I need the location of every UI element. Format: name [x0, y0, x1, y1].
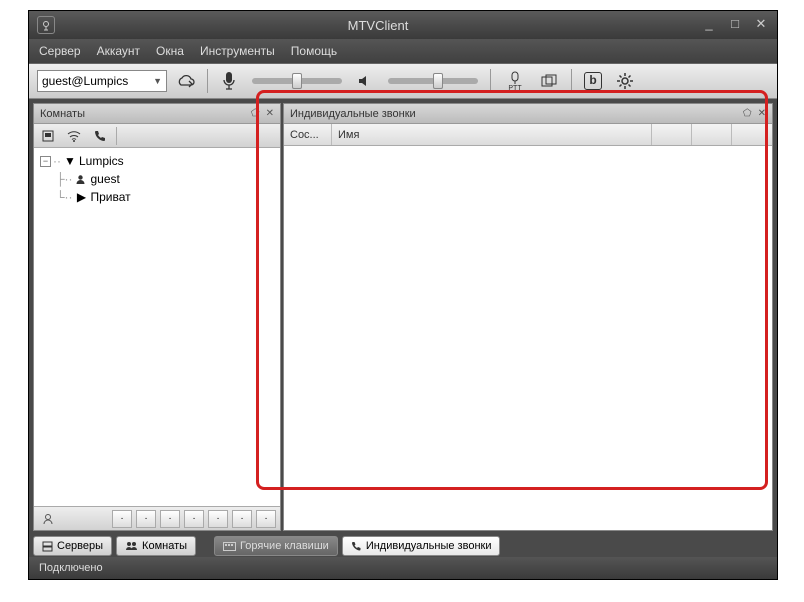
app-icon [37, 16, 55, 34]
tab-servers-label: Серверы [57, 540, 103, 552]
separator [490, 69, 491, 93]
toolbar: guest@Lumpics ▼ PTT b [29, 63, 777, 99]
tool-button-6[interactable]: · [232, 510, 252, 528]
close-button[interactable]: ✕ [753, 18, 769, 32]
tree-private-label: Приват [91, 190, 131, 204]
tab-hotkeys[interactable]: Горячие клавиши [214, 536, 338, 556]
separator [207, 69, 208, 93]
body: Комнаты ⬠ ✕ − ·· [29, 99, 777, 535]
chevron-down-icon: ▼ [153, 76, 162, 86]
volume-slider[interactable] [388, 78, 478, 84]
calls-panel: Индивидуальные звонки ⬠ ✕ Сос... Имя [283, 103, 773, 531]
pin-icon[interactable]: ⬠ [743, 108, 752, 119]
users-icon [125, 541, 138, 551]
tab-rooms[interactable]: Комнаты [116, 536, 196, 556]
windows-button[interactable] [537, 68, 563, 94]
mic-button[interactable] [216, 68, 242, 94]
app-window: MTVClient _ □ ✕ Сервер Аккаунт Окна Инст… [28, 10, 778, 580]
tool-button-7[interactable]: · [256, 510, 276, 528]
rooms-panel-title: Комнаты [40, 108, 85, 120]
speaker-button[interactable] [352, 68, 378, 94]
phone-icon[interactable] [90, 126, 110, 146]
separator [116, 127, 117, 145]
tool-button-1[interactable]: · [112, 510, 132, 528]
tab-rooms-label: Комнаты [142, 540, 187, 552]
minimize-button[interactable]: _ [701, 18, 717, 32]
rooms-bottom-toolbar: · · · · · · · [34, 506, 280, 530]
triangle-right-icon: ▶ [75, 190, 89, 204]
tree-private[interactable]: └·· ▶ Приват [34, 188, 280, 206]
close-icon[interactable]: ✕ [266, 108, 274, 119]
menu-help[interactable]: Помощь [291, 44, 337, 58]
keyboard-icon [223, 542, 236, 551]
close-icon[interactable]: ✕ [758, 108, 766, 119]
col-state[interactable]: Сос... [284, 124, 332, 145]
ptt-button[interactable]: PTT [499, 68, 531, 94]
triangle-down-icon: ▼ [63, 154, 77, 168]
tool-button-5[interactable]: · [208, 510, 228, 528]
calls-panel-title: Индивидуальные звонки [290, 108, 416, 120]
user-button[interactable] [38, 509, 58, 529]
settings-button[interactable] [612, 68, 638, 94]
calls-panel-header: Индивидуальные звонки ⬠ ✕ [284, 104, 772, 124]
rooms-tree[interactable]: − ·· ▼ Lumpics ├·· guest └·· ▶ Приват [34, 148, 280, 506]
account-combo[interactable]: guest@Lumpics ▼ [37, 70, 167, 92]
bottom-tabs: Серверы Комнаты Горячие клавиши Индивиду… [33, 535, 773, 557]
separator [571, 69, 572, 93]
menu-server[interactable]: Сервер [39, 44, 81, 58]
server-icon [42, 541, 53, 552]
tree-user-label: guest [91, 172, 120, 186]
calls-grid-body[interactable] [284, 146, 772, 530]
col-empty-3[interactable] [732, 124, 772, 145]
col-name[interactable]: Имя [332, 124, 652, 145]
titlebar[interactable]: MTVClient _ □ ✕ [29, 11, 777, 39]
phone-icon [351, 541, 362, 552]
tab-servers[interactable]: Серверы [33, 536, 112, 556]
user-icon [75, 174, 89, 185]
tree-line: └·· [56, 190, 73, 204]
maximize-button[interactable]: □ [727, 18, 743, 32]
cloud-button[interactable] [173, 68, 199, 94]
tab-hotkeys-label: Горячие клавиши [240, 540, 329, 552]
tree-line: ├·· [56, 172, 73, 186]
server-icon[interactable] [38, 126, 58, 146]
tree-line: ·· [53, 154, 61, 168]
status-text: Подключено [39, 562, 103, 574]
pin-icon[interactable]: ⬠ [251, 108, 260, 119]
statusbar: Подключено [29, 557, 777, 579]
wifi-icon[interactable] [64, 126, 84, 146]
menu-account[interactable]: Аккаунт [97, 44, 140, 58]
mic-slider[interactable] [252, 78, 342, 84]
tool-button-2[interactable]: · [136, 510, 156, 528]
window-controls: _ □ ✕ [701, 18, 769, 32]
tree-root-label: Lumpics [79, 154, 124, 168]
rooms-panel: Комнаты ⬠ ✕ − ·· [33, 103, 281, 531]
rooms-toolbar [34, 124, 280, 148]
window-title: MTVClient [55, 18, 701, 33]
collapse-icon[interactable]: − [40, 156, 51, 167]
tab-calls[interactable]: Индивидуальные звонки [342, 536, 501, 556]
tool-button-3[interactable]: · [160, 510, 180, 528]
bold-button[interactable]: b [580, 68, 606, 94]
tree-user[interactable]: ├·· guest [34, 170, 280, 188]
rooms-panel-header: Комнаты ⬠ ✕ [34, 104, 280, 124]
tree-root[interactable]: − ·· ▼ Lumpics [34, 152, 280, 170]
col-empty-2[interactable] [692, 124, 732, 145]
menu-windows[interactable]: Окна [156, 44, 184, 58]
calls-grid-header: Сос... Имя [284, 124, 772, 146]
account-combo-value: guest@Lumpics [42, 74, 128, 88]
ptt-label: PTT [508, 85, 521, 92]
menu-tools[interactable]: Инструменты [200, 44, 275, 58]
col-empty-1[interactable] [652, 124, 692, 145]
tab-calls-label: Индивидуальные звонки [366, 540, 492, 552]
menubar: Сервер Аккаунт Окна Инструменты Помощь [29, 39, 777, 63]
tool-button-4[interactable]: · [184, 510, 204, 528]
